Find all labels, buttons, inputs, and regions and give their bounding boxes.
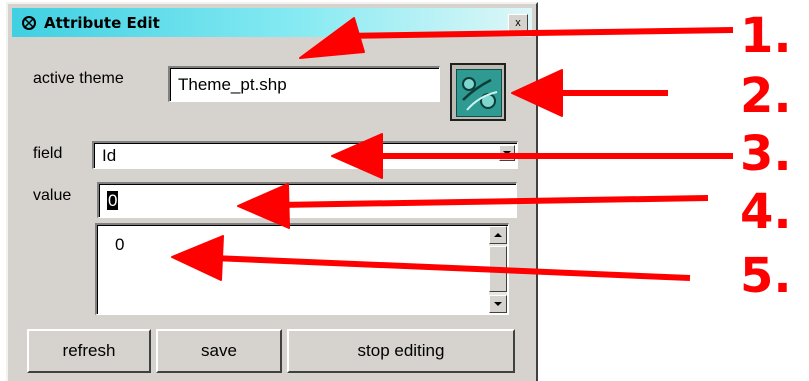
annotation-3: 3. [740, 126, 792, 182]
window-title: Attribute Edit [44, 14, 160, 32]
stop-editing-button[interactable]: stop editing [287, 329, 515, 373]
active-theme-input[interactable]: Theme_pt.shp [168, 66, 440, 102]
refresh-button[interactable]: refresh [27, 329, 151, 373]
close-button[interactable]: x [508, 14, 528, 32]
field-dropdown[interactable]: Id [92, 141, 518, 169]
field-label: field [33, 145, 63, 162]
title-bar[interactable]: Attribute Edit x [12, 8, 532, 37]
save-button[interactable]: save [156, 329, 282, 373]
annotation-4: 4. [740, 184, 792, 240]
annotation-2: 2. [740, 68, 792, 124]
app-icon [22, 16, 36, 30]
values-listbox[interactable]: 0 [95, 223, 509, 315]
list-item[interactable]: 0 [115, 235, 124, 255]
scroll-down-icon[interactable] [489, 295, 507, 313]
theme-select-button[interactable] [450, 63, 506, 121]
theme-select-icon [456, 69, 502, 117]
annotation-5: 5. [740, 248, 792, 304]
scroll-thumb[interactable] [489, 246, 507, 292]
scroll-up-icon[interactable] [489, 226, 507, 244]
value-input[interactable]: 0 [97, 182, 517, 218]
vertical-scrollbar[interactable] [489, 226, 507, 313]
chevron-down-icon[interactable] [499, 145, 515, 161]
active-theme-label: active theme [33, 70, 124, 87]
annotation-1: 1. [740, 8, 792, 64]
field-dropdown-value: Id [102, 146, 117, 165]
value-label: value [33, 187, 72, 204]
value-input-text: 0 [107, 191, 119, 210]
